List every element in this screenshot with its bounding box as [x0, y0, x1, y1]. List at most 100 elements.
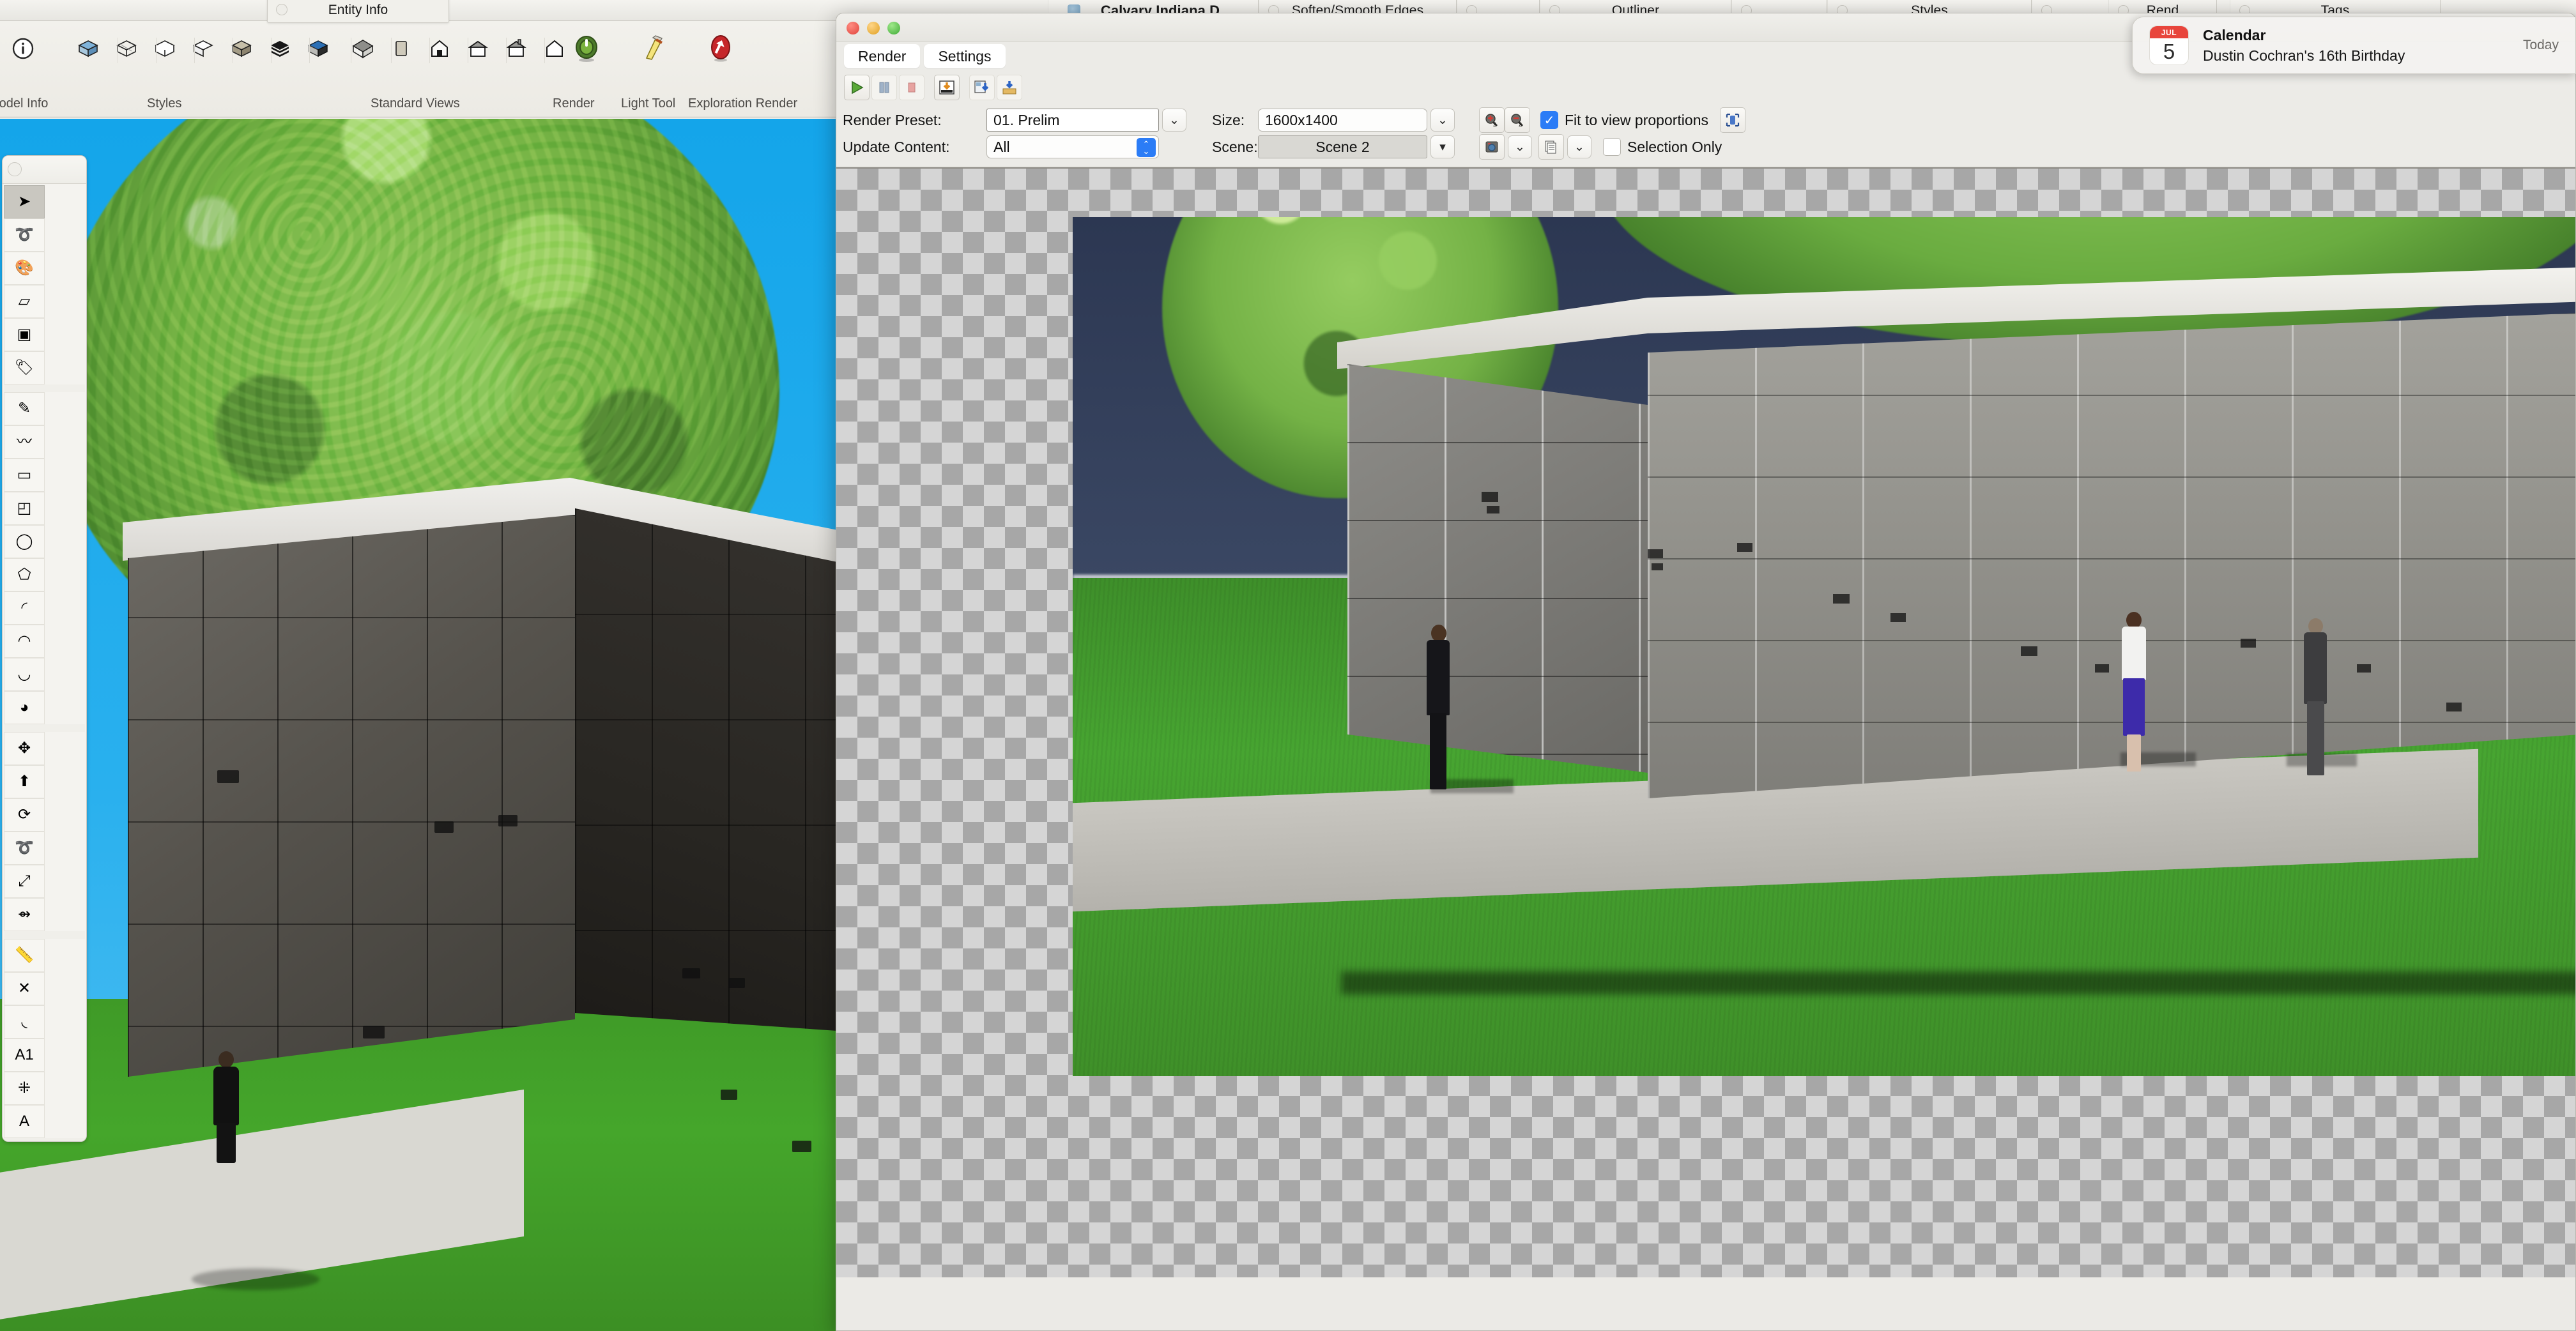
region-render-add-icon[interactable]: 2	[1479, 107, 1505, 133]
person-shadow	[192, 1268, 319, 1290]
freehand-tool[interactable]: 〰	[4, 425, 45, 459]
move-tool[interactable]: ✥	[4, 732, 45, 765]
three-d-text-tool[interactable]: A	[4, 1105, 45, 1138]
rectangle-tool[interactable]: ▭	[4, 459, 45, 492]
niche-plaque	[682, 968, 700, 978]
size-input[interactable]: 1600x1400	[1258, 109, 1427, 132]
view-right-icon[interactable]	[460, 29, 496, 68]
person-legs	[1430, 713, 1446, 789]
niche-plaque	[363, 1026, 385, 1038]
vray-frame-buffer-window[interactable]: Render Settings Render Preset: 01. Preli…	[836, 13, 2576, 1331]
dimension-tool[interactable]: ✕	[4, 972, 45, 1005]
paint-bucket-tool[interactable]: 🎨	[4, 252, 45, 285]
entity-info-close-dot[interactable]	[276, 4, 288, 15]
polygon-tool[interactable]: ⬠	[4, 558, 45, 591]
person-legs	[2127, 734, 2141, 772]
calendar-notification[interactable]: JUL 5 Calendar Dustin Cochran's 16th Bir…	[2132, 17, 2576, 74]
scene-list-icon[interactable]	[1538, 134, 1564, 160]
scene-list-chevron-down-icon[interactable]: ⌄	[1567, 135, 1591, 158]
sketchup-3d-viewport[interactable]	[0, 119, 837, 1331]
viewport-person	[210, 1051, 243, 1163]
style-face-icon[interactable]	[70, 29, 106, 68]
style-shaded-icon[interactable]	[185, 29, 221, 68]
follow-me-tool-glyph: ➰	[15, 839, 34, 856]
close-icon[interactable]	[847, 22, 859, 34]
push-pull-tool[interactable]: ⬆	[4, 765, 45, 798]
scene-select[interactable]: Scene 2	[1258, 135, 1427, 158]
light-tool-icon[interactable]	[636, 29, 671, 68]
tool-palette-close-dot[interactable]	[8, 162, 22, 176]
scale-tool[interactable]: ⤢	[4, 865, 45, 898]
protractor-tool[interactable]: ◟	[4, 1005, 45, 1038]
select-tool[interactable]: ➤	[4, 185, 45, 218]
render-preset-chevron-down-icon[interactable]: ⌄	[1162, 109, 1186, 132]
three-point-arc-tool[interactable]: ◡	[4, 658, 45, 691]
exploration-render-icon[interactable]	[703, 29, 739, 68]
vfb-icon-toolbar[interactable]	[836, 72, 2575, 103]
update-content-stepper-icon[interactable]: ⌃ ⌄	[1137, 138, 1156, 157]
person-head	[1431, 625, 1446, 642]
lasso-select-tool[interactable]: ➰	[4, 218, 45, 252]
scene-chevron-down-icon[interactable]: ▾	[1430, 135, 1455, 158]
style-wireframe-icon[interactable]	[109, 29, 144, 68]
style-hidden-line-icon[interactable]	[147, 29, 183, 68]
fit-to-view-checkbox[interactable]: ✓	[1540, 111, 1558, 129]
fit-region-icon[interactable]	[1719, 107, 1745, 133]
circle-tool[interactable]: ◯	[4, 525, 45, 558]
render-person-man-left	[1424, 625, 1452, 789]
render-preset-select[interactable]: 01. Prelim	[986, 109, 1159, 132]
tab-settings[interactable]: Settings	[924, 44, 1006, 68]
size-chevron-down-icon[interactable]: ⌄	[1430, 109, 1455, 132]
model-info-icon[interactable]	[5, 29, 41, 68]
style-monochrome-icon[interactable]	[262, 29, 298, 68]
rotate-tool[interactable]: ⟳	[4, 798, 45, 832]
camera-icon[interactable]	[1479, 134, 1505, 160]
make-component-tool[interactable]: ▣	[4, 318, 45, 351]
view-front-icon[interactable]	[422, 29, 457, 68]
sketchup-tool-palette[interactable]: ➤➰🎨▱▣🏷✎〰▭◰◯⬠◜◠◡◕✥⬆⟳➰⤢⇴📏✕◟A1⁜A⟲✋🔍⛶⤧↩👤👣👁⬌⬡…	[2, 155, 87, 1142]
render-niche-plaque	[1648, 549, 1663, 558]
arc-tool[interactable]: ◜	[4, 591, 45, 625]
update-content-select[interactable]: All ⌃ ⌄	[986, 135, 1159, 158]
selection-only-checkbox[interactable]	[1603, 138, 1621, 156]
rotated-rectangle-tool[interactable]: ◰	[4, 492, 45, 525]
offset-tool[interactable]: ⇴	[4, 898, 45, 931]
two-point-arc-tool-glyph: ◠	[17, 632, 31, 650]
minimize-icon[interactable]	[867, 22, 880, 34]
tool-palette-header[interactable]	[3, 156, 86, 184]
person-torso	[2304, 632, 2327, 704]
tag-tool[interactable]: 🏷	[4, 351, 45, 384]
render-power-icon[interactable]	[569, 29, 604, 68]
save-channels-icon[interactable]	[969, 75, 995, 100]
export-vrimg-icon[interactable]	[997, 75, 1022, 100]
tape-measure-tool[interactable]: 📏	[4, 939, 45, 972]
render-niche-plaque	[2095, 664, 2109, 673]
camera-chevron-down-icon[interactable]: ⌄	[1508, 135, 1532, 158]
render-pause-icon[interactable]	[871, 75, 897, 100]
maximize-icon[interactable]	[887, 22, 900, 34]
text-tool[interactable]: A1	[4, 1038, 45, 1072]
tool-palette-grid[interactable]: ➤➰🎨▱▣🏷✎〰▭◰◯⬠◜◠◡◕✥⬆⟳➰⤢⇴📏✕◟A1⁜A⟲✋🔍⛶⤧↩👤👣👁⬌⬡…	[3, 184, 86, 1141]
two-point-arc-tool[interactable]: ◠	[4, 625, 45, 658]
view-top-icon[interactable]	[383, 29, 419, 68]
style-texture-icon[interactable]	[224, 29, 259, 68]
vfb-render-canvas[interactable]	[836, 167, 2575, 1277]
entity-info-panel[interactable]: Entity Info	[267, 0, 449, 23]
line-tool[interactable]: ✎	[4, 392, 45, 425]
view-left-icon[interactable]	[537, 29, 572, 68]
axes-tool[interactable]: ⁜	[4, 1072, 45, 1105]
render-building-ground-shadow	[1341, 971, 2575, 994]
style-xray-icon[interactable]	[300, 29, 336, 68]
view-back-icon[interactable]	[498, 29, 534, 68]
eraser-tool[interactable]: ▱	[4, 285, 45, 318]
vfb-control-panel[interactable]: Render Preset: 01. Prelim ⌄ Size: 1600x1…	[836, 103, 2575, 167]
follow-me-tool[interactable]: ➰	[4, 832, 45, 865]
render-stop-icon[interactable]	[899, 75, 924, 100]
render-start-icon[interactable]	[844, 75, 870, 100]
toolbar-separator	[429, 38, 430, 63]
window-traffic-lights[interactable]	[847, 22, 900, 34]
pie-tool[interactable]: ◕	[4, 691, 45, 724]
save-image-icon[interactable]	[934, 75, 960, 100]
tab-render[interactable]: Render	[844, 44, 921, 68]
region-render-remove-icon[interactable]: 2	[1505, 107, 1530, 133]
